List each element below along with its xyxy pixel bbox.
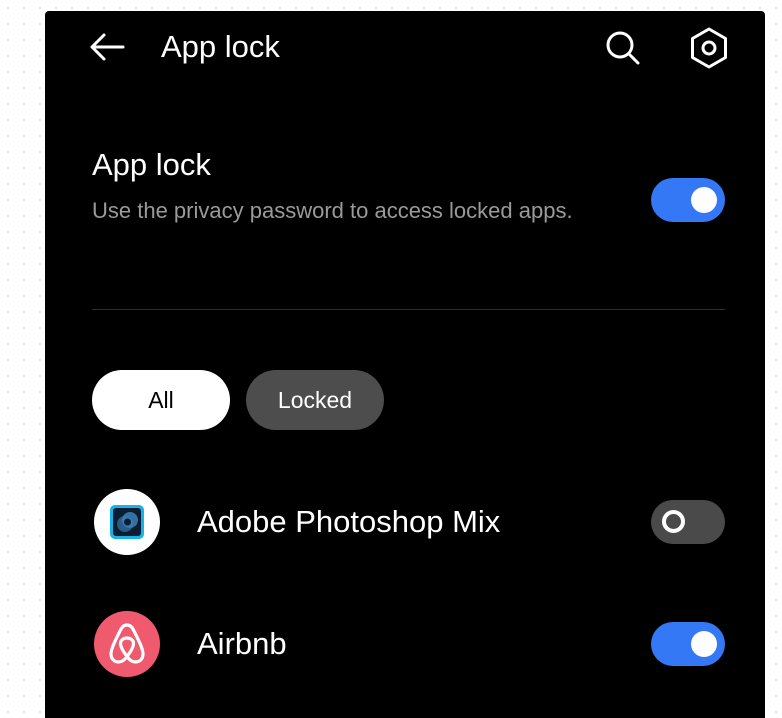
app-lock-setting-description: Use the privacy password to access locke… xyxy=(92,198,573,223)
filter-locked-chip[interactable]: Locked xyxy=(246,370,384,430)
app-row-airbnb: Airbnb xyxy=(45,603,765,685)
app-lock-screen: App lock App lock Use the privacy passwo… xyxy=(45,11,765,718)
settings-icon[interactable] xyxy=(687,26,731,70)
app-lock-setting-title: App lock xyxy=(92,147,211,182)
page-title: App lock xyxy=(161,29,280,64)
app-row-photoshop-mix: Adobe Photoshop Mix xyxy=(45,481,765,563)
app-lock-toggle[interactable] xyxy=(651,178,725,222)
toggle-knob xyxy=(691,631,717,657)
toggle-knob xyxy=(662,510,685,533)
toggle-knob xyxy=(691,187,717,213)
photoshop-mix-lock-toggle[interactable] xyxy=(651,500,725,544)
airbnb-icon xyxy=(94,611,160,677)
back-arrow-icon[interactable] xyxy=(87,30,127,64)
app-name-airbnb: Airbnb xyxy=(197,626,287,661)
photoshop-mix-icon xyxy=(94,489,160,555)
search-icon[interactable] xyxy=(603,28,643,68)
divider xyxy=(92,309,725,310)
airbnb-lock-toggle[interactable] xyxy=(651,622,725,666)
filter-all-chip[interactable]: All xyxy=(92,370,230,430)
app-name-photoshop-mix: Adobe Photoshop Mix xyxy=(197,504,501,539)
